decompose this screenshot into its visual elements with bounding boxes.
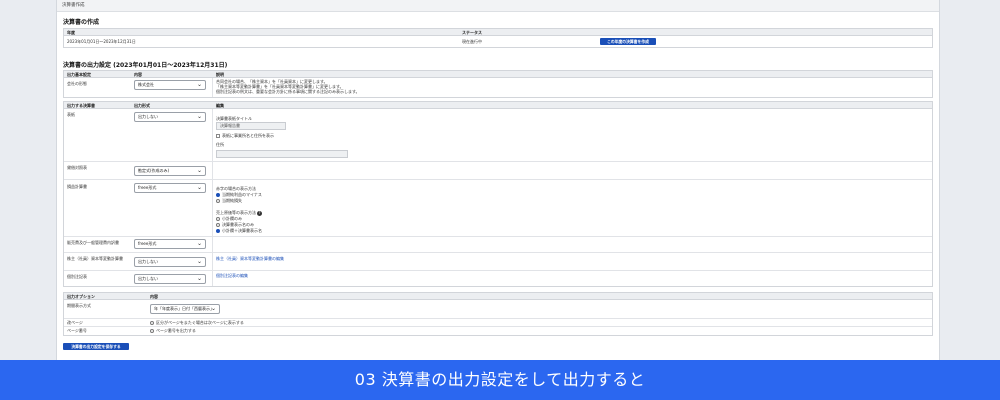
radio-label: 当期純利益のマイナス <box>222 192 262 197</box>
status-value: 現在進行中 <box>462 39 482 44</box>
balance-label: 貸借対照表 <box>67 165 87 170</box>
cover-address-checkbox-row[interactable]: 表紙に事業所名と住所を表示 <box>216 133 274 139</box>
statements-table-header: 出力する決算書 出力形式 編集 <box>64 102 932 109</box>
equity-label: 株主（社員）資本等変動計算書 <box>67 256 123 261</box>
radio-label: 区分がページをまたぐ場合は次ページに表示する <box>156 320 244 325</box>
save-settings-button[interactable]: 決算書の出力設定を保存する <box>63 343 129 350</box>
address-input[interactable] <box>216 150 348 158</box>
col-option: 出力オプション <box>67 294 95 299</box>
chevron-down-icon: ⌄ <box>196 167 202 174</box>
col-content: 内容 <box>134 72 142 77</box>
chevron-down-icon: ⌄ <box>210 305 216 312</box>
desc-line-3: 個別注記表の例文は、重要な会計方針に係る事項に関する注記のみ表示します。 <box>216 89 360 94</box>
options-table-header: 出力オプション 内容 <box>64 293 932 300</box>
company-type-label: 会社の形態 <box>67 81 87 86</box>
options-table: 出力オプション 内容 期間表示方式 年「年度表示」日付「西暦表示」 ⌄ 改ページ … <box>63 292 933 336</box>
page-number-option[interactable]: ページ番号を出力する <box>150 328 196 334</box>
basic-table-header: 出力基本設定 内容 説明 <box>64 71 932 78</box>
cover-checkbox-label: 表紙に事業所名と住所を表示 <box>222 133 274 138</box>
equity-edit-link[interactable]: 株主（社員）資本等変動計算書の編集 <box>216 256 284 262</box>
page-panel: 決算書作成 決算書の作成 年度 ステータス 2023年01月01日〜2023年1… <box>56 0 940 360</box>
cover-title-input[interactable]: 決算報告書 <box>216 122 286 130</box>
notes-value: 出力しない <box>138 276 158 281</box>
create-table: 年度 ステータス 2023年01月01日〜2023年12月31日 現在進行中 こ… <box>63 28 933 48</box>
col-status: ステータス <box>462 30 482 35</box>
pl-value: freee形式 <box>138 185 157 190</box>
company-type-value: 株式会社 <box>138 82 154 87</box>
help-icon[interactable]: ? <box>257 210 262 216</box>
col-desc: 説明 <box>216 72 224 77</box>
chevron-down-icon: ⌄ <box>196 240 202 247</box>
pl-group2-text: 売上原価等の表示方法 <box>216 210 256 215</box>
checkbox[interactable] <box>216 134 220 138</box>
radio-selected[interactable] <box>216 193 220 197</box>
chevron-down-icon: ⌄ <box>196 258 202 265</box>
notes-edit-link[interactable]: 個別注記表の編集 <box>216 273 248 279</box>
pl-g2-opt3[interactable]: 小計欄＋決算書表示名 <box>216 228 262 234</box>
chevron-down-icon: ⌄ <box>196 113 202 120</box>
chevron-down-icon: ⌄ <box>196 81 202 88</box>
basic-settings-table: 出力基本設定 内容 説明 会社の形態 株式会社 ⌄ 合同会社の場合、「株主資本」を… <box>63 70 933 98</box>
radio-label: 決算書表示名のみ <box>222 222 254 227</box>
sga-label: 販売費及び一般管理費内訳書 <box>67 240 119 245</box>
equity-value: 出力しない <box>138 259 158 264</box>
col-period: 年度 <box>67 30 75 35</box>
col-format: 出力形式 <box>134 103 150 108</box>
chevron-down-icon: ⌄ <box>196 275 202 282</box>
col-setting: 出力基本設定 <box>67 72 91 77</box>
radio[interactable] <box>216 217 220 221</box>
create-heading: 決算書の作成 <box>63 19 100 26</box>
col-edit: 編集 <box>216 103 224 108</box>
page-number-label: ページ番号 <box>67 328 87 333</box>
page-tab: 決算書作成 <box>57 0 939 12</box>
radio-selected[interactable] <box>216 229 220 233</box>
radio-label: ページ番号を出力する <box>156 328 196 333</box>
sga-select[interactable]: freee形式 ⌄ <box>134 239 206 249</box>
company-type-select[interactable]: 株式会社 ⌄ <box>134 80 206 90</box>
radio-label: 当期純損失 <box>222 198 242 203</box>
date-format-label: 期間表示方式 <box>67 303 91 308</box>
pl-label: 損益計算書 <box>67 184 87 189</box>
radio[interactable] <box>150 321 154 325</box>
balance-value: 勘定式(作成のみ) <box>138 168 170 173</box>
radio[interactable] <box>216 223 220 227</box>
col-statement: 出力する決算書 <box>67 103 95 108</box>
address-label: 住所 <box>216 142 224 147</box>
equity-select[interactable]: 出力しない ⌄ <box>134 257 206 267</box>
statements-table: 出力する決算書 出力形式 編集 表紙 出力しない ⌄ 決算書表紙タイトル 決算報告… <box>63 101 933 287</box>
radio[interactable] <box>150 329 154 333</box>
radio-label: 小計欄＋決算書表示名 <box>222 228 262 233</box>
caption-banner: 03 決算書の出力設定をして出力すると <box>0 360 1000 400</box>
radio[interactable] <box>216 199 220 203</box>
create-table-header: 年度 ステータス <box>64 29 932 36</box>
period-value: 2023年01月01日〜2023年12月31日 <box>67 39 136 44</box>
output-heading: 決算書の出力設定 (2023年01月01日〜2023年12月31日) <box>63 62 228 69</box>
col-options-content: 内容 <box>150 294 158 299</box>
notes-label: 個別注記表 <box>67 274 87 279</box>
cover-value: 出力しない <box>138 114 158 119</box>
notes-select[interactable]: 出力しない ⌄ <box>134 274 206 284</box>
radio-label: 小計欄のみ <box>222 216 242 221</box>
cover-select[interactable]: 出力しない ⌄ <box>134 112 206 122</box>
cover-label: 表紙 <box>67 112 75 117</box>
chevron-down-icon: ⌄ <box>196 184 202 191</box>
create-statement-button[interactable]: この年度の決算書を作成 <box>600 38 656 45</box>
pl-select[interactable]: freee形式 ⌄ <box>134 183 206 193</box>
balance-select[interactable]: 勘定式(作成のみ) ⌄ <box>134 166 206 176</box>
pl-g1-opt2[interactable]: 当期純損失 <box>216 198 242 204</box>
sga-value: freee形式 <box>138 241 157 246</box>
date-format-select[interactable]: 年「年度表示」日付「西暦表示」 ⌄ <box>150 304 220 314</box>
date-format-value: 年「年度表示」日付「西暦表示」 <box>154 306 214 311</box>
